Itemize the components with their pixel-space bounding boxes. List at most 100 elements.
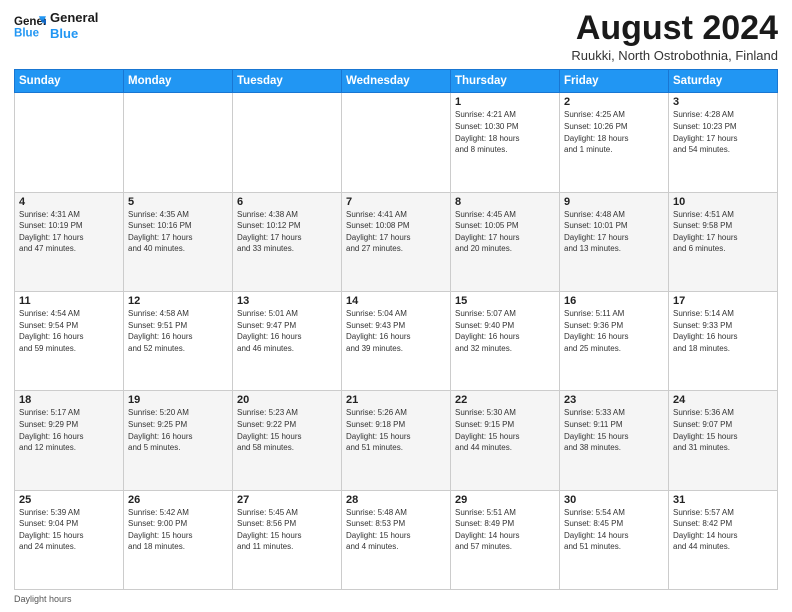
day-number: 18 <box>19 394 119 406</box>
logo: General Blue General Blue <box>14 10 98 41</box>
day-number: 1 <box>455 96 555 108</box>
day-number: 16 <box>564 295 664 307</box>
calendar-row-0: 1Sunrise: 4:21 AM Sunset: 10:30 PM Dayli… <box>15 93 778 192</box>
day-number: 3 <box>673 96 773 108</box>
day-info: Sunrise: 5:45 AM Sunset: 8:56 PM Dayligh… <box>237 507 337 553</box>
day-number: 17 <box>673 295 773 307</box>
col-monday: Monday <box>124 70 233 93</box>
calendar-cell: 19Sunrise: 5:20 AM Sunset: 9:25 PM Dayli… <box>124 391 233 490</box>
calendar-cell: 2Sunrise: 4:25 AM Sunset: 10:26 PM Dayli… <box>560 93 669 192</box>
day-info: Sunrise: 4:45 AM Sunset: 10:05 PM Daylig… <box>455 209 555 255</box>
calendar-header: Sunday Monday Tuesday Wednesday Thursday… <box>15 70 778 93</box>
calendar-cell: 22Sunrise: 5:30 AM Sunset: 9:15 PM Dayli… <box>451 391 560 490</box>
day-number: 23 <box>564 394 664 406</box>
calendar-cell: 29Sunrise: 5:51 AM Sunset: 8:49 PM Dayli… <box>451 490 560 589</box>
calendar-cell: 15Sunrise: 5:07 AM Sunset: 9:40 PM Dayli… <box>451 292 560 391</box>
day-info: Sunrise: 5:48 AM Sunset: 8:53 PM Dayligh… <box>346 507 446 553</box>
page: General Blue General Blue August 2024 Ru… <box>0 0 792 612</box>
day-info: Sunrise: 4:21 AM Sunset: 10:30 PM Daylig… <box>455 109 555 155</box>
calendar-cell: 30Sunrise: 5:54 AM Sunset: 8:45 PM Dayli… <box>560 490 669 589</box>
calendar-cell: 4Sunrise: 4:31 AM Sunset: 10:19 PM Dayli… <box>15 192 124 291</box>
day-number: 26 <box>128 494 228 506</box>
calendar-cell: 20Sunrise: 5:23 AM Sunset: 9:22 PM Dayli… <box>233 391 342 490</box>
day-number: 20 <box>237 394 337 406</box>
day-number: 10 <box>673 196 773 208</box>
day-info: Sunrise: 4:54 AM Sunset: 9:54 PM Dayligh… <box>19 308 119 354</box>
subtitle: Ruukki, North Ostrobothnia, Finland <box>571 48 778 63</box>
day-number: 27 <box>237 494 337 506</box>
calendar-cell: 12Sunrise: 4:58 AM Sunset: 9:51 PM Dayli… <box>124 292 233 391</box>
day-info: Sunrise: 4:48 AM Sunset: 10:01 PM Daylig… <box>564 209 664 255</box>
calendar-row-4: 25Sunrise: 5:39 AM Sunset: 9:04 PM Dayli… <box>15 490 778 589</box>
calendar-table: Sunday Monday Tuesday Wednesday Thursday… <box>14 69 778 590</box>
calendar-cell <box>233 93 342 192</box>
calendar-cell: 5Sunrise: 4:35 AM Sunset: 10:16 PM Dayli… <box>124 192 233 291</box>
day-info: Sunrise: 5:33 AM Sunset: 9:11 PM Dayligh… <box>564 407 664 453</box>
daylight-label: Daylight hours <box>14 594 72 604</box>
day-number: 11 <box>19 295 119 307</box>
day-number: 15 <box>455 295 555 307</box>
day-number: 5 <box>128 196 228 208</box>
day-info: Sunrise: 5:57 AM Sunset: 8:42 PM Dayligh… <box>673 507 773 553</box>
day-info: Sunrise: 4:41 AM Sunset: 10:08 PM Daylig… <box>346 209 446 255</box>
day-info: Sunrise: 4:35 AM Sunset: 10:16 PM Daylig… <box>128 209 228 255</box>
day-number: 14 <box>346 295 446 307</box>
month-title: August 2024 <box>571 10 778 47</box>
calendar-row-2: 11Sunrise: 4:54 AM Sunset: 9:54 PM Dayli… <box>15 292 778 391</box>
day-info: Sunrise: 5:23 AM Sunset: 9:22 PM Dayligh… <box>237 407 337 453</box>
day-number: 2 <box>564 96 664 108</box>
calendar-cell: 26Sunrise: 5:42 AM Sunset: 9:00 PM Dayli… <box>124 490 233 589</box>
day-info: Sunrise: 4:25 AM Sunset: 10:26 PM Daylig… <box>564 109 664 155</box>
calendar-cell: 18Sunrise: 5:17 AM Sunset: 9:29 PM Dayli… <box>15 391 124 490</box>
day-number: 6 <box>237 196 337 208</box>
day-header-row: Sunday Monday Tuesday Wednesday Thursday… <box>15 70 778 93</box>
calendar-cell: 7Sunrise: 4:41 AM Sunset: 10:08 PM Dayli… <box>342 192 451 291</box>
col-wednesday: Wednesday <box>342 70 451 93</box>
day-info: Sunrise: 4:38 AM Sunset: 10:12 PM Daylig… <box>237 209 337 255</box>
day-number: 29 <box>455 494 555 506</box>
col-sunday: Sunday <box>15 70 124 93</box>
day-number: 30 <box>564 494 664 506</box>
day-number: 12 <box>128 295 228 307</box>
day-number: 24 <box>673 394 773 406</box>
day-info: Sunrise: 5:11 AM Sunset: 9:36 PM Dayligh… <box>564 308 664 354</box>
day-info: Sunrise: 4:51 AM Sunset: 9:58 PM Dayligh… <box>673 209 773 255</box>
calendar-cell: 28Sunrise: 5:48 AM Sunset: 8:53 PM Dayli… <box>342 490 451 589</box>
calendar-cell: 8Sunrise: 4:45 AM Sunset: 10:05 PM Dayli… <box>451 192 560 291</box>
day-number: 7 <box>346 196 446 208</box>
day-info: Sunrise: 5:30 AM Sunset: 9:15 PM Dayligh… <box>455 407 555 453</box>
day-info: Sunrise: 5:14 AM Sunset: 9:33 PM Dayligh… <box>673 308 773 354</box>
calendar-cell <box>124 93 233 192</box>
day-number: 28 <box>346 494 446 506</box>
calendar-row-3: 18Sunrise: 5:17 AM Sunset: 9:29 PM Dayli… <box>15 391 778 490</box>
day-info: Sunrise: 5:36 AM Sunset: 9:07 PM Dayligh… <box>673 407 773 453</box>
calendar-row-1: 4Sunrise: 4:31 AM Sunset: 10:19 PM Dayli… <box>15 192 778 291</box>
day-number: 9 <box>564 196 664 208</box>
calendar-cell: 25Sunrise: 5:39 AM Sunset: 9:04 PM Dayli… <box>15 490 124 589</box>
calendar-cell <box>342 93 451 192</box>
calendar-cell: 1Sunrise: 4:21 AM Sunset: 10:30 PM Dayli… <box>451 93 560 192</box>
day-info: Sunrise: 5:07 AM Sunset: 9:40 PM Dayligh… <box>455 308 555 354</box>
calendar-cell: 24Sunrise: 5:36 AM Sunset: 9:07 PM Dayli… <box>669 391 778 490</box>
day-number: 21 <box>346 394 446 406</box>
calendar-cell: 13Sunrise: 5:01 AM Sunset: 9:47 PM Dayli… <box>233 292 342 391</box>
svg-text:Blue: Blue <box>14 27 40 39</box>
day-info: Sunrise: 5:17 AM Sunset: 9:29 PM Dayligh… <box>19 407 119 453</box>
calendar-cell: 21Sunrise: 5:26 AM Sunset: 9:18 PM Dayli… <box>342 391 451 490</box>
day-info: Sunrise: 5:04 AM Sunset: 9:43 PM Dayligh… <box>346 308 446 354</box>
day-number: 25 <box>19 494 119 506</box>
day-info: Sunrise: 5:26 AM Sunset: 9:18 PM Dayligh… <box>346 407 446 453</box>
calendar-cell: 27Sunrise: 5:45 AM Sunset: 8:56 PM Dayli… <box>233 490 342 589</box>
calendar-cell: 6Sunrise: 4:38 AM Sunset: 10:12 PM Dayli… <box>233 192 342 291</box>
day-info: Sunrise: 4:28 AM Sunset: 10:23 PM Daylig… <box>673 109 773 155</box>
day-info: Sunrise: 5:54 AM Sunset: 8:45 PM Dayligh… <box>564 507 664 553</box>
day-number: 19 <box>128 394 228 406</box>
day-info: Sunrise: 5:51 AM Sunset: 8:49 PM Dayligh… <box>455 507 555 553</box>
calendar-cell: 31Sunrise: 5:57 AM Sunset: 8:42 PM Dayli… <box>669 490 778 589</box>
calendar-body: 1Sunrise: 4:21 AM Sunset: 10:30 PM Dayli… <box>15 93 778 590</box>
day-info: Sunrise: 5:39 AM Sunset: 9:04 PM Dayligh… <box>19 507 119 553</box>
day-info: Sunrise: 5:42 AM Sunset: 9:00 PM Dayligh… <box>128 507 228 553</box>
day-info: Sunrise: 5:01 AM Sunset: 9:47 PM Dayligh… <box>237 308 337 354</box>
calendar-cell: 14Sunrise: 5:04 AM Sunset: 9:43 PM Dayli… <box>342 292 451 391</box>
title-area: August 2024 Ruukki, North Ostrobothnia, … <box>571 10 778 63</box>
